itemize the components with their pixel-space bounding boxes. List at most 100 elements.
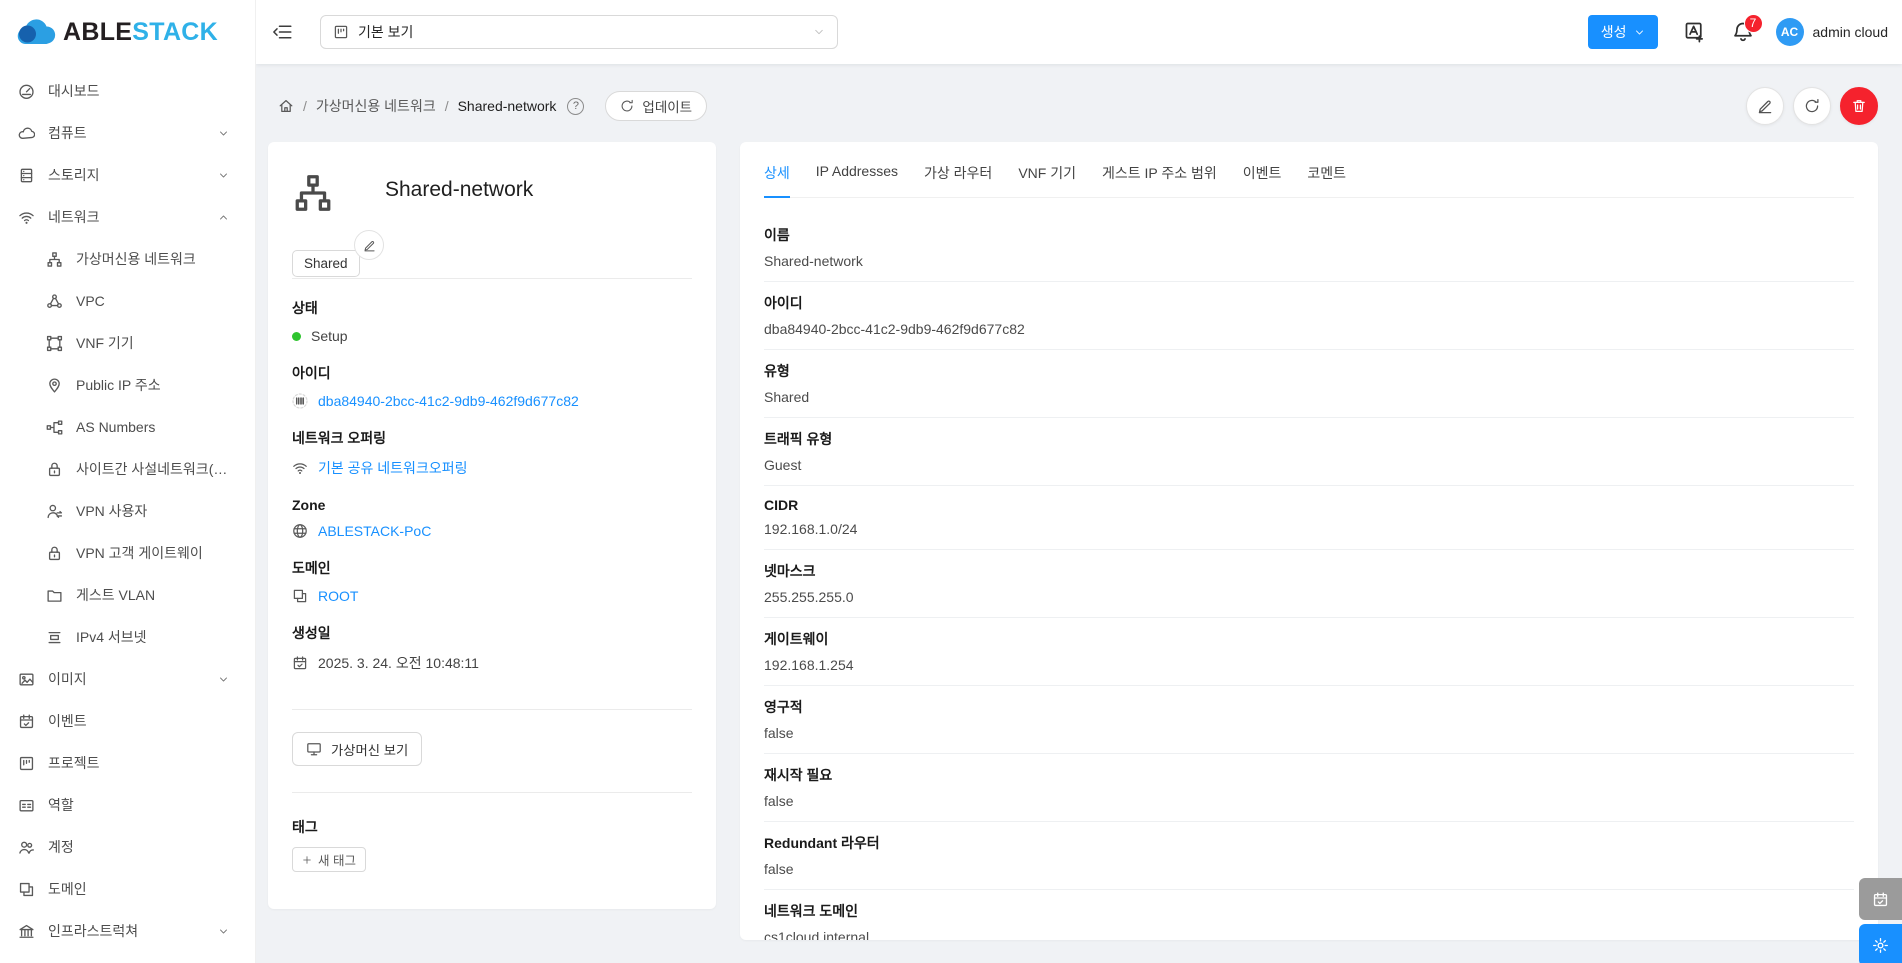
detail-row-value: Shared [764, 389, 810, 405]
detail-row-label: 게이트웨이 [764, 631, 829, 647]
sidebar-item-vpn-gateway[interactable]: VPN 고객 게이트웨이 [0, 532, 255, 574]
sidebar-item-guest-vlan[interactable]: 게스트 VLAN [0, 574, 255, 616]
detail-row: 넷마스크 255.255.255.0 [764, 550, 1854, 618]
attribute-link[interactable]: ROOT [318, 588, 358, 604]
page-content: / 가상머신용 네트워크 / Shared-network ? 업데이트 Sha… [256, 64, 1902, 963]
sidebar-item-projects[interactable]: 프로젝트 [0, 742, 255, 784]
detail-row-value: Guest [764, 457, 802, 473]
update-button-label: 업데이트 [642, 100, 693, 115]
detail-row: Redundant 라우터 false [764, 822, 1854, 890]
attribute-link[interactable]: dba84940-2bcc-41c2-9db9-462f9d677c82 [318, 393, 579, 409]
app-root: ABLESTACK 대시보드 컴퓨트 스토리지 네트워크 가상머신용 네트워크 VPC VN… [0, 0, 1902, 963]
detail-row-value: dba84940-2bcc-41c2-9db9-462f9d677c82 [764, 321, 1025, 337]
settings-shortcut-button[interactable] [1859, 924, 1902, 963]
header-right: 생성 7 AC admin cloud [1587, 14, 1889, 49]
view-vms-button[interactable]: 가상머신 보기 [292, 732, 423, 766]
create-button[interactable]: 생성 [1587, 15, 1658, 49]
sidebar-item-label: 네트워크 [48, 209, 100, 225]
view-vms-label: 가상머신 보기 [331, 742, 409, 758]
sidebar-item-network[interactable]: 네트워크 [0, 196, 255, 238]
avatar[interactable]: AC [1775, 18, 1804, 46]
detail-row: 유형 Shared [764, 350, 1854, 418]
tab-이벤트[interactable]: 이벤트 [1243, 163, 1282, 197]
sidebar-item-compute[interactable]: 컴퓨트 [0, 112, 255, 154]
attribute-label: Zone [292, 497, 326, 513]
breadcrumb: / 가상머신용 네트워크 / Shared-network ? 업데이트 [278, 91, 708, 121]
sidebar-item-vpc[interactable]: VPC [0, 280, 255, 322]
sidebar: ABLESTACK 대시보드컴퓨트스토리지네트워크가상머신용 네트워크 VPC VN… [0, 0, 256, 963]
sidebar-item-ipv4-subnet[interactable]: IPv4 서브넷 [0, 616, 255, 658]
home-icon[interactable] [278, 98, 294, 114]
sidebar-item-site-vpn[interactable]: 사이트간 사설네트워크(VP... [0, 448, 255, 490]
translate-icon[interactable] [1684, 21, 1706, 43]
detail-row-label: 넷마스크 [764, 563, 816, 579]
attribute-value: ABLESTACK-PoC [292, 523, 692, 539]
attribute-label: 상태 [292, 300, 318, 316]
attribute-label: 네트워크 오퍼링 [292, 430, 387, 446]
sidebar-item-label: 게스트 VLAN [76, 587, 156, 603]
edit-name-button[interactable] [354, 230, 384, 260]
delete-button[interactable] [1840, 87, 1878, 125]
attribute-label: 도메인 [292, 560, 331, 576]
sidebar-item-infrastructure[interactable]: 인프라스트럭쳐 [0, 910, 255, 952]
events-shortcut-button[interactable] [1859, 878, 1902, 920]
attribute-link[interactable]: 기본 공유 네트워크오퍼링 [318, 458, 467, 478]
sidebar-item-images[interactable]: 이미지 [0, 658, 255, 700]
idcard-icon [18, 797, 35, 814]
sidebar-item-label: 대시보드 [48, 83, 100, 99]
sync-icon [1804, 98, 1820, 114]
tab-상세[interactable]: 상세 [764, 163, 790, 198]
detail-row-label: 네트워크 도메인 [764, 903, 859, 919]
notification-badge: 7 [1743, 14, 1763, 33]
refresh-button[interactable] [1793, 87, 1831, 125]
sidebar-item-dashboard[interactable]: 대시보드 [0, 70, 255, 112]
sidebar-item-vnf-appliance[interactable]: VNF 기기 [0, 322, 255, 364]
sidebar-item-storage[interactable]: 스토리지 [0, 154, 255, 196]
dashboard-icon [18, 83, 35, 100]
menu-fold-icon[interactable] [272, 22, 292, 42]
attribute-link[interactable]: ABLESTACK-PoC [318, 523, 431, 539]
sidebar-item-as-numbers[interactable]: AS Numbers [0, 406, 255, 448]
notifications-button[interactable]: 7 [1732, 14, 1763, 43]
sync-icon [620, 99, 634, 113]
sidebar-item-roles[interactable]: 역할 [0, 784, 255, 826]
sidebar-item-domains[interactable]: 도메인 [0, 868, 255, 910]
tab-vnf-기기[interactable]: VNF 기기 [1018, 163, 1076, 197]
detail-rows: 이름 Shared-network 아이디 dba84940-2bcc-41c2-9d… [764, 198, 1854, 940]
cards-area: Shared-network Shared 상태 Setup 아이디 dba84940… [268, 142, 1878, 940]
sidebar-item-service-offerings[interactable]: 서비스 오퍼링 [0, 952, 255, 963]
new-tag-button[interactable]: 새 태그 [292, 847, 366, 872]
edit-button[interactable] [1746, 87, 1784, 125]
help-icon[interactable]: ? [567, 97, 585, 115]
tab-게스트-ip-주소-범위[interactable]: 게스트 IP 주소 범위 [1102, 163, 1217, 197]
brand-logo[interactable]: ABLESTACK [0, 0, 255, 64]
pencil-icon [363, 239, 376, 252]
sidebar-item-label: 스토리지 [48, 167, 100, 183]
detail-row-label: Redundant 라우터 [764, 835, 880, 851]
sidebar-item-vpn-users[interactable]: VPN 사용자 [0, 490, 255, 532]
sidebar-item-accounts[interactable]: 계정 [0, 826, 255, 868]
username[interactable]: admin cloud [1813, 24, 1889, 40]
tab-ip-addresses[interactable]: IP Addresses [816, 163, 898, 197]
view-select-value: 기본 보기 [358, 24, 414, 40]
sidebar-item-public-ip[interactable]: Public IP 주소 [0, 364, 255, 406]
resource-info-card: Shared-network Shared 상태 Setup 아이디 dba84940… [268, 142, 716, 909]
sidebar-item-label: 컴퓨트 [48, 125, 87, 141]
sidebar-item-guest-network[interactable]: 가상머신용 네트워크 [0, 238, 255, 280]
status-dot [292, 331, 301, 341]
sidebar-item-events[interactable]: 이벤트 [0, 700, 255, 742]
update-button[interactable]: 업데이트 [605, 91, 708, 121]
tab-코멘트[interactable]: 코멘트 [1307, 163, 1346, 197]
sidebar-item-label: AS Numbers [76, 419, 156, 435]
top-header: 기본 보기 생성 7 AC admin cloud [256, 0, 1902, 64]
view-select[interactable]: 기본 보기 [320, 15, 838, 49]
sidebar-item-label: 이미지 [48, 671, 87, 687]
detail-row-label: CIDR [764, 497, 799, 513]
tab-가상-라우터[interactable]: 가상 라우터 [924, 163, 992, 197]
network-resource-icon [292, 172, 334, 214]
trash-icon [1851, 98, 1867, 114]
resource-title: Shared-network [385, 178, 534, 201]
subnet-icon [46, 629, 63, 646]
breadcrumb-link-networks[interactable]: 가상머신용 네트워크 [316, 96, 436, 116]
attribute-value: Setup [292, 328, 692, 344]
